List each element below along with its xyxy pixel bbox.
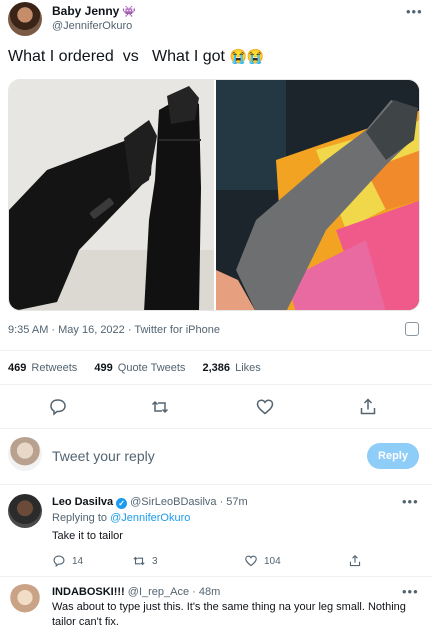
divider [0,484,432,485]
name-emoji: 👾 [122,6,137,18]
media-photo-received[interactable] [216,80,419,310]
likes-stat[interactable]: 2,386 Likes [203,362,261,374]
reply-author-avatar[interactable] [8,494,42,528]
reply-author-avatar[interactable] [8,584,42,618]
author-name[interactable]: Baby Jenny 👾 [52,4,136,18]
reply-icon[interactable] [52,554,66,568]
tweet-text: What I ordered vs What I got 😭😭 [8,48,264,66]
tweet-stats: 469 Retweets 499 Quote Tweets 2,386 Like… [8,362,275,374]
reply-composer: Tweet your reply Reply [0,432,432,482]
reply-input[interactable]: Tweet your reply [52,448,155,464]
tweet-action-bar [0,393,432,421]
tweet-header: Baby Jenny 👾 @JenniferOkuro ••• [8,0,424,40]
likes-label[interactable]: Likes [235,362,261,374]
reply-count: 14 [72,555,84,567]
reply-author-name[interactable]: INDABOSKI!!! [52,586,125,598]
reply-handle-time[interactable]: @I_rep_Ace · 48m [128,586,221,598]
reply-author-name[interactable]: Leo Dasilva [52,496,113,508]
reply-button[interactable]: Reply [367,443,419,469]
share-icon[interactable] [358,397,378,417]
reply-handle-time[interactable]: @SirLeoBDasilva · 57m [130,496,248,508]
divider [0,576,432,577]
analytics-icon[interactable] [405,322,419,336]
more-icon[interactable]: ••• [402,494,419,509]
retweets-stat[interactable]: 469 Retweets [8,362,77,374]
heart-icon[interactable] [255,397,275,417]
retweet-icon[interactable] [150,397,170,417]
likes-count[interactable]: 2,386 [203,362,231,374]
reply-retweet-action[interactable]: 3 [132,554,158,568]
reply-item[interactable]: Leo Dasilva ✓ @SirLeoBDasilva · 57m ••• Re… [0,494,432,574]
reply-like-action[interactable]: 104 [244,554,281,568]
replying-to-handle[interactable]: @JenniferOkuro [110,512,190,524]
more-icon[interactable]: ••• [406,4,423,19]
heart-icon[interactable] [244,554,258,568]
reply-text: Take it to tailor [52,530,123,542]
reply-icon[interactable] [48,397,68,417]
reply-share-action[interactable] [348,554,362,568]
reply-text: Was about to type just this. It's the sa… [52,601,406,628]
quote-tweets-label[interactable]: Quote Tweets [118,362,186,374]
reply-item[interactable]: INDABOSKI!!! @I_rep_Ace · 48m ••• Was ab… [0,584,432,630]
retweet-icon[interactable] [132,554,146,568]
reply-action-bar: 14 3 104 [52,554,382,570]
retweets-label[interactable]: Retweets [31,362,77,374]
verified-badge-icon: ✓ [116,498,128,509]
reply-author[interactable]: Leo Dasilva ✓ @SirLeoBDasilva · 57m [52,496,248,509]
tweet-text-body: What I ordered vs What I got [8,48,225,65]
replying-prefix: Replying to [52,512,108,524]
media-photo-ordered[interactable] [9,80,214,310]
author-avatar[interactable] [8,2,42,36]
divider [0,428,432,429]
more-icon[interactable]: ••• [402,584,419,599]
divider [0,384,432,385]
retweets-count[interactable]: 469 [8,362,26,374]
crying-emoji: 😭😭 [229,48,265,64]
tweet-media[interactable] [8,79,420,311]
current-user-avatar[interactable] [8,437,42,471]
reply-author[interactable]: INDABOSKI!!! @I_rep_Ace · 48m [52,586,220,598]
share-icon[interactable] [348,554,362,568]
author-handle[interactable]: @JenniferOkuro [52,20,132,32]
quote-tweets-count[interactable]: 499 [94,362,112,374]
retweet-count: 3 [152,555,158,567]
reply-reply-action[interactable]: 14 [52,554,83,568]
replying-to: Replying to @JenniferOkuro [52,512,190,524]
like-count: 104 [264,555,281,567]
quote-tweets-stat[interactable]: 499 Quote Tweets [94,362,185,374]
tweet-timestamp[interactable]: 9:35 AM · May 16, 2022 · Twitter for iPh… [8,324,220,336]
divider [0,350,432,351]
author-name-text[interactable]: Baby Jenny [52,4,119,18]
